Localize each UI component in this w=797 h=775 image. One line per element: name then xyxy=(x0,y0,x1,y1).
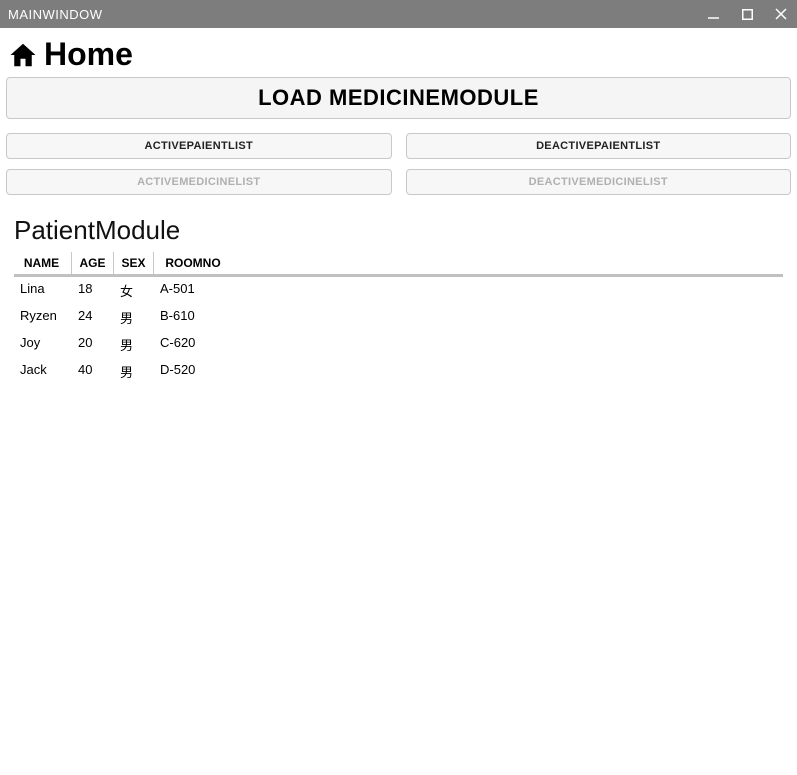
cell-sex: 男 xyxy=(114,307,154,328)
content-area: Home LOAD MEDICINEMODULE ACTIVEPAIENTLIS… xyxy=(0,28,797,385)
cell-roomno: D-520 xyxy=(154,361,224,382)
cell-age: 24 xyxy=(72,307,114,328)
page-header: Home xyxy=(6,34,791,77)
table-row[interactable]: Jack40男D-520 xyxy=(14,358,783,385)
active-patient-button[interactable]: ACTIVEPAIENTLIST xyxy=(6,133,392,159)
column-header-sex[interactable]: SEX xyxy=(114,252,154,274)
data-grid: NAME AGE SEX ROOMNO Lina18女A-501Ryzen24男… xyxy=(14,252,783,385)
window-controls xyxy=(705,6,789,22)
grid-header: NAME AGE SEX ROOMNO xyxy=(14,252,783,277)
window-title: MAINWINDOW xyxy=(8,7,705,22)
table-row[interactable]: Ryzen24男B-610 xyxy=(14,304,783,331)
maximize-icon[interactable] xyxy=(739,6,755,22)
cell-age: 20 xyxy=(72,334,114,355)
grid-body: Lina18女A-501Ryzen24男B-610Joy20男C-620Jack… xyxy=(14,277,783,385)
cell-sex: 女 xyxy=(114,280,154,301)
module-title: PatientModule xyxy=(14,215,783,246)
deactive-medicine-button: DEACTIVEMEDICINELIST xyxy=(406,169,792,195)
cell-roomno: C-620 xyxy=(154,334,224,355)
close-icon[interactable] xyxy=(773,6,789,22)
deactive-patient-button[interactable]: DEACTIVEPAIENTLIST xyxy=(406,133,792,159)
cell-name: Lina xyxy=(14,280,72,301)
titlebar: MAINWINDOW xyxy=(0,0,797,28)
cell-name: Joy xyxy=(14,334,72,355)
column-header-roomno[interactable]: ROOMNO xyxy=(154,252,232,274)
minimize-icon[interactable] xyxy=(705,6,721,22)
cell-age: 40 xyxy=(72,361,114,382)
cell-name: Ryzen xyxy=(14,307,72,328)
table-row[interactable]: Lina18女A-501 xyxy=(14,277,783,304)
page-title: Home xyxy=(44,36,133,73)
cell-sex: 男 xyxy=(114,361,154,382)
column-header-name[interactable]: NAME xyxy=(14,252,72,274)
cell-age: 18 xyxy=(72,280,114,301)
patient-module: PatientModule NAME AGE SEX ROOMNO Lina18… xyxy=(6,205,791,385)
table-row[interactable]: Joy20男C-620 xyxy=(14,331,783,358)
cell-roomno: A-501 xyxy=(154,280,224,301)
medicine-button-row: ACTIVEMEDICINELIST DEACTIVEMEDICINELIST xyxy=(6,169,791,195)
home-icon xyxy=(8,40,38,70)
cell-sex: 男 xyxy=(114,334,154,355)
cell-name: Jack xyxy=(14,361,72,382)
cell-roomno: B-610 xyxy=(154,307,224,328)
load-medicine-button[interactable]: LOAD MEDICINEMODULE xyxy=(6,77,791,119)
active-medicine-button: ACTIVEMEDICINELIST xyxy=(6,169,392,195)
patient-button-row: ACTIVEPAIENTLIST DEACTIVEPAIENTLIST xyxy=(6,133,791,159)
column-header-age[interactable]: AGE xyxy=(72,252,114,274)
